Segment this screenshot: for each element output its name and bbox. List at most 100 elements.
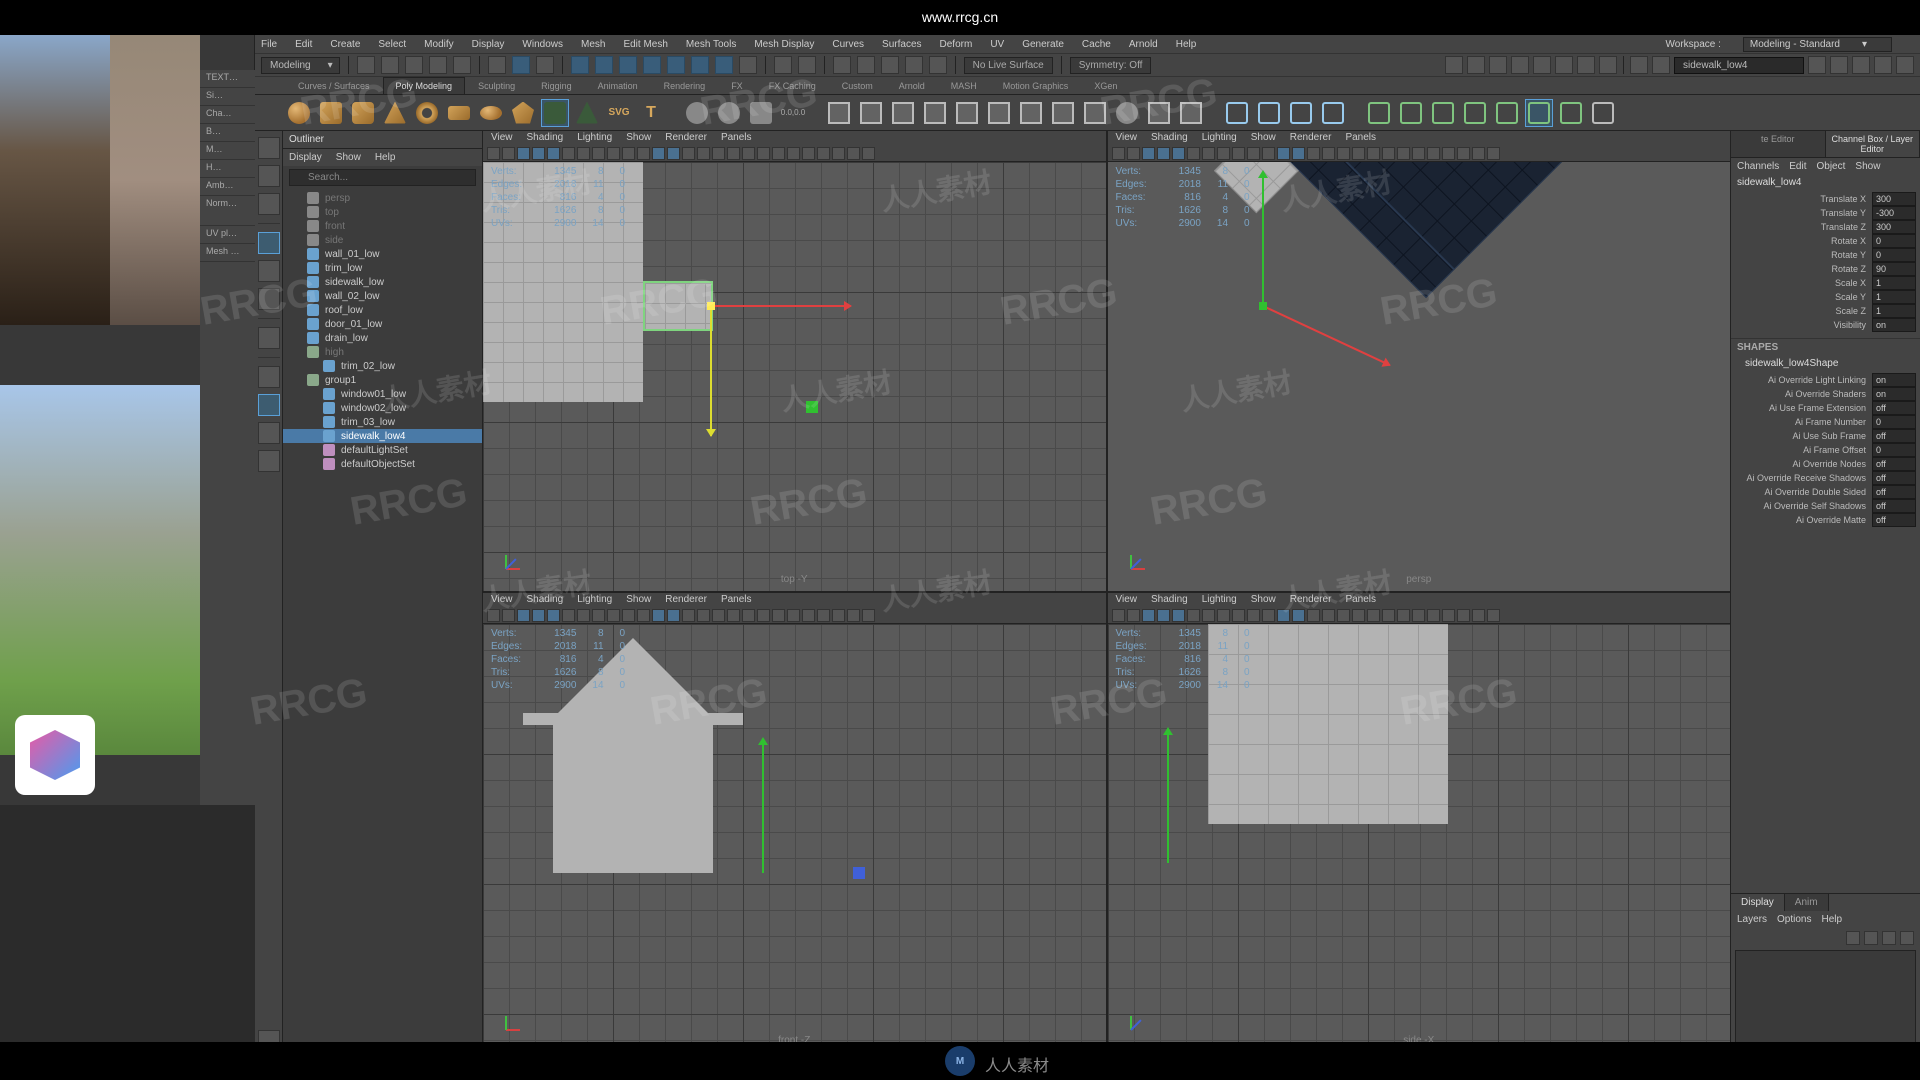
- layer-menu-options[interactable]: Options: [1777, 914, 1811, 925]
- save-scene-icon[interactable]: [405, 56, 423, 74]
- sculpt-b-icon[interactable]: [1397, 99, 1425, 127]
- smooth-icon[interactable]: [1113, 99, 1141, 127]
- viewport-toolbar-icon[interactable]: [577, 147, 590, 160]
- redo-icon[interactable]: [453, 56, 471, 74]
- vp-menu-shading[interactable]: Shading: [527, 132, 564, 145]
- layout-vert-icon[interactable]: [258, 422, 280, 444]
- viewport-toolbar-icon[interactable]: [607, 609, 620, 622]
- sculpt-a-icon[interactable]: [1365, 99, 1393, 127]
- boolean-union-icon[interactable]: [889, 99, 917, 127]
- channel-object-name[interactable]: sidewalk_low4: [1731, 175, 1920, 190]
- attr-value-field[interactable]: 1: [1872, 290, 1916, 304]
- menu-arnold[interactable]: Arnold: [1129, 39, 1158, 50]
- sculpt-h-icon[interactable]: [1589, 99, 1617, 127]
- menu-create[interactable]: Create: [330, 39, 360, 50]
- viewport-side[interactable]: View Shading Lighting Show Renderer Pane…: [1108, 593, 1731, 1053]
- outliner-search-input[interactable]: Search...: [289, 169, 476, 186]
- viewport-toolbar-icon[interactable]: [1112, 609, 1125, 622]
- outliner-item[interactable]: wall_02_low: [283, 289, 482, 303]
- sidebar-toggle-b-icon[interactable]: [1874, 56, 1892, 74]
- viewport-toolbar-icon[interactable]: [1232, 609, 1245, 622]
- lasso-tool-icon[interactable]: [258, 165, 280, 187]
- viewport-toolbar-icon[interactable]: [1277, 609, 1290, 622]
- shelf-tab-sculpting[interactable]: Sculpting: [465, 77, 528, 94]
- sidebar-toggle-c-icon[interactable]: [1896, 56, 1914, 74]
- viewport-toolbar-icon[interactable]: [1337, 147, 1350, 160]
- viewport-toolbar-icon[interactable]: [1247, 609, 1260, 622]
- panel-tab-ae[interactable]: te Editor: [1731, 131, 1826, 157]
- snap-plane-icon[interactable]: [643, 56, 661, 74]
- attr-value-field[interactable]: on: [1872, 387, 1916, 401]
- poly-plane-icon[interactable]: [445, 99, 473, 127]
- viewport-toolbar-icon[interactable]: [1202, 609, 1215, 622]
- poly-svg-icon[interactable]: SVG: [605, 99, 633, 127]
- layer-menu-help[interactable]: Help: [1821, 914, 1842, 925]
- poly-helix-icon[interactable]: [747, 99, 775, 127]
- layer-new-selected-icon[interactable]: [1900, 931, 1914, 945]
- viewport-toolbar-icon[interactable]: [532, 147, 545, 160]
- menu-modify[interactable]: Modify: [424, 39, 453, 50]
- menu-editmesh[interactable]: Edit Mesh: [623, 39, 667, 50]
- viewport-toolbar-icon[interactable]: [622, 609, 635, 622]
- attr-value-field[interactable]: off: [1872, 513, 1916, 527]
- render-sequence-icon[interactable]: [1489, 56, 1507, 74]
- menu-file[interactable]: File: [261, 39, 277, 50]
- poly-cube-icon[interactable]: [317, 99, 345, 127]
- playblast-icon[interactable]: [1577, 56, 1595, 74]
- pause-icon[interactable]: [1599, 56, 1617, 74]
- viewport-toolbar-icon[interactable]: [1292, 609, 1305, 622]
- construction-history-icon[interactable]: [833, 56, 851, 74]
- viewport-toolbar-icon[interactable]: [667, 609, 680, 622]
- poly-torus-icon[interactable]: [413, 99, 441, 127]
- outliner-item[interactable]: high: [283, 345, 482, 359]
- layout-four-icon[interactable]: [258, 394, 280, 416]
- viewport-toolbar-icon[interactable]: [817, 147, 830, 160]
- menu-curves[interactable]: Curves: [832, 39, 864, 50]
- viewport-toolbar-icon[interactable]: [772, 147, 785, 160]
- outliner-item[interactable]: persp: [283, 191, 482, 205]
- outliner-item[interactable]: drain_low: [283, 331, 482, 345]
- menu-cache[interactable]: Cache: [1082, 39, 1111, 50]
- shelf-tab-xgen[interactable]: XGen: [1081, 77, 1130, 94]
- viewport-toolbar-icon[interactable]: [697, 147, 710, 160]
- viewport-toolbar-icon[interactable]: [1232, 147, 1245, 160]
- panel-toggle-b-icon[interactable]: [1652, 56, 1670, 74]
- subdiv-icon[interactable]: [1145, 99, 1173, 127]
- shelf-tab-rigging[interactable]: Rigging: [528, 77, 585, 94]
- selection-name-field[interactable]: sidewalk_low4: [1674, 57, 1804, 74]
- outliner-item[interactable]: window02_low: [283, 401, 482, 415]
- poly-cone-icon[interactable]: [381, 99, 409, 127]
- attr-value-field[interactable]: off: [1872, 499, 1916, 513]
- viewport-toolbar-icon[interactable]: [757, 147, 770, 160]
- viewport-toolbar-icon[interactable]: [1472, 609, 1485, 622]
- poly-gear-icon[interactable]: [715, 99, 743, 127]
- sidebar-toggle-a-icon[interactable]: [1852, 56, 1870, 74]
- viewport-toolbar-icon[interactable]: [1427, 147, 1440, 160]
- viewport-toolbar-icon[interactable]: [712, 609, 725, 622]
- viewport-toolbar-icon[interactable]: [1442, 147, 1455, 160]
- viewport-toolbar-icon[interactable]: [1472, 147, 1485, 160]
- snap-center-icon[interactable]: [715, 56, 733, 74]
- viewport-front[interactable]: View Shading Lighting Show Renderer Pane…: [483, 593, 1106, 1053]
- viewport-toolbar-icon[interactable]: [652, 609, 665, 622]
- cb-menu-edit[interactable]: Edit: [1789, 161, 1806, 172]
- shelf-tab-fx[interactable]: FX: [718, 77, 756, 94]
- viewport-toolbar-icon[interactable]: [862, 609, 875, 622]
- viewport-toolbar-icon[interactable]: [592, 609, 605, 622]
- move-tool-icon[interactable]: [258, 232, 280, 254]
- viewport-persp[interactable]: View Shading Lighting Show Renderer Pane…: [1108, 131, 1731, 591]
- viewport-toolbar-icon[interactable]: [1127, 147, 1140, 160]
- layer-move-down-icon[interactable]: [1864, 931, 1878, 945]
- snap-curve-icon[interactable]: [595, 56, 613, 74]
- viewport-toolbar-icon[interactable]: [1247, 147, 1260, 160]
- panel-tab-channelbox[interactable]: Channel Box / Layer Editor: [1826, 131, 1920, 157]
- snap-view-icon[interactable]: [691, 56, 709, 74]
- attr-value-field[interactable]: off: [1872, 485, 1916, 499]
- viewport-toolbar-icon[interactable]: [562, 147, 575, 160]
- outliner-item[interactable]: trim_low: [283, 261, 482, 275]
- viewport-toolbar-icon[interactable]: [1307, 147, 1320, 160]
- vp-menu-shading[interactable]: Shading: [1151, 594, 1188, 607]
- vp-menu-lighting[interactable]: Lighting: [577, 594, 612, 607]
- symmetry-dropdown[interactable]: Symmetry: Off: [1070, 57, 1152, 74]
- lock-icon[interactable]: [798, 56, 816, 74]
